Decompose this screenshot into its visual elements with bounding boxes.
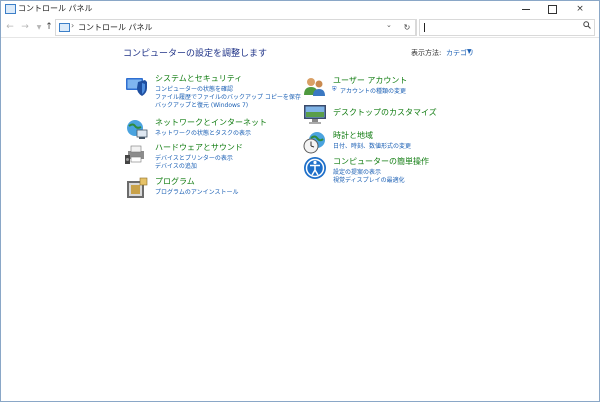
page-title: コンピューターの設定を調整します <box>123 49 268 59</box>
back-button[interactable]: ← <box>4 20 16 34</box>
uac-shield-icon: ⛨ <box>332 86 337 93</box>
forward-button[interactable]: → <box>19 20 31 34</box>
category-programs: プログラム プログラムのアンインストール <box>125 176 295 202</box>
arrow-left-icon: ← <box>6 22 14 32</box>
desktop-monitor-icon <box>304 105 326 124</box>
category-hardware-sound: ハードウェアとサウンド デバイスとプリンターの表示 デバイスの追加 <box>125 142 295 172</box>
window-title: コントロール パネル <box>18 4 93 13</box>
chevron-down-icon[interactable]: ⌄ <box>386 21 392 29</box>
category-title[interactable]: ユーザー アカウント <box>333 75 407 86</box>
category-title[interactable]: デスクトップのカスタマイズ <box>333 107 437 118</box>
control-panel-icon <box>59 23 70 32</box>
category-title[interactable]: プログラム <box>155 176 195 187</box>
category-title[interactable]: コンピューターの簡単操作 <box>333 156 429 167</box>
arrow-right-icon: → <box>21 22 29 32</box>
category-clock-region: 時計と地域 日付、時刻、数値形式の変更 <box>303 130 483 154</box>
text-caret <box>424 23 425 32</box>
category-title[interactable]: システムとセキュリティ <box>155 73 242 84</box>
chevron-down-icon: ▼ <box>36 23 42 31</box>
category-title[interactable]: ネットワークとインターネット <box>155 117 267 128</box>
category-title[interactable]: ハードウェアとサウンド <box>155 142 243 153</box>
category-link[interactable]: アカウントの種類の変更 <box>340 86 406 95</box>
category-link[interactable]: 視覚ディスプレイの最適化 <box>333 175 405 184</box>
control-panel-window: コントロール パネル × ← → ▼ ↑ › コントロール パネル ⌄ ↻ コン… <box>0 0 600 402</box>
network-globe-icon <box>127 120 148 139</box>
address-bar[interactable]: › コントロール パネル ⌄ <box>55 19 417 36</box>
navigation-bar: ← → ▼ ↑ › コントロール パネル ⌄ ↻ <box>1 17 599 38</box>
clock-globe-icon <box>303 132 325 154</box>
view-by-label: 表示方法: <box>411 49 442 57</box>
category-desktop-customization: デスクトップのカスタマイズ <box>303 102 483 126</box>
category-link[interactable]: バックアップと復元 (Windows 7) <box>155 100 248 109</box>
close-button[interactable]: × <box>567 1 593 17</box>
category-ease-of-access: コンピューターの簡単操作 設定の提案の表示 視覚ディスプレイの最適化 <box>303 156 483 186</box>
programs-box-icon <box>127 177 148 198</box>
control-panel-icon <box>5 4 16 14</box>
refresh-icon: ↻ <box>403 23 411 32</box>
ease-of-access-icon <box>304 157 326 179</box>
arrow-up-icon: ↑ <box>45 22 53 32</box>
breadcrumb-separator: › <box>71 21 75 30</box>
maximize-icon <box>547 4 557 14</box>
users-icon <box>304 78 325 96</box>
category-title[interactable]: 時計と地域 <box>333 130 373 141</box>
chevron-down-icon[interactable]: ▼ <box>467 48 472 55</box>
refresh-button[interactable]: ↻ <box>399 19 416 36</box>
category-link[interactable]: ネットワークの状態とタスクの表示 <box>155 128 251 137</box>
category-link[interactable]: 日付、時刻、数値形式の変更 <box>333 141 411 150</box>
maximize-button[interactable] <box>539 1 565 17</box>
category-user-accounts: ユーザー アカウント ⛨ アカウントの種類の変更 <box>303 75 483 101</box>
minimize-button[interactable] <box>513 1 539 17</box>
printer-speaker-icon <box>125 145 144 164</box>
minimize-icon <box>522 8 530 10</box>
breadcrumb-item[interactable]: コントロール パネル <box>78 22 153 33</box>
category-link[interactable]: プログラムのアンインストール <box>155 187 238 196</box>
up-button[interactable]: ↑ <box>43 20 55 34</box>
close-icon: × <box>576 4 584 14</box>
category-network-internet: ネットワークとインターネット ネットワークの状態とタスクの表示 <box>125 117 295 143</box>
search-icon <box>583 21 591 31</box>
category-system-security: システムとセキュリティ コンピューターの状態を確認 ファイル履歴でファイルのバッ… <box>125 73 301 115</box>
title-bar: コントロール パネル × <box>1 1 599 17</box>
shield-computer-icon <box>126 78 147 96</box>
category-link[interactable]: デバイスの追加 <box>155 161 197 170</box>
search-input[interactable] <box>419 19 595 36</box>
